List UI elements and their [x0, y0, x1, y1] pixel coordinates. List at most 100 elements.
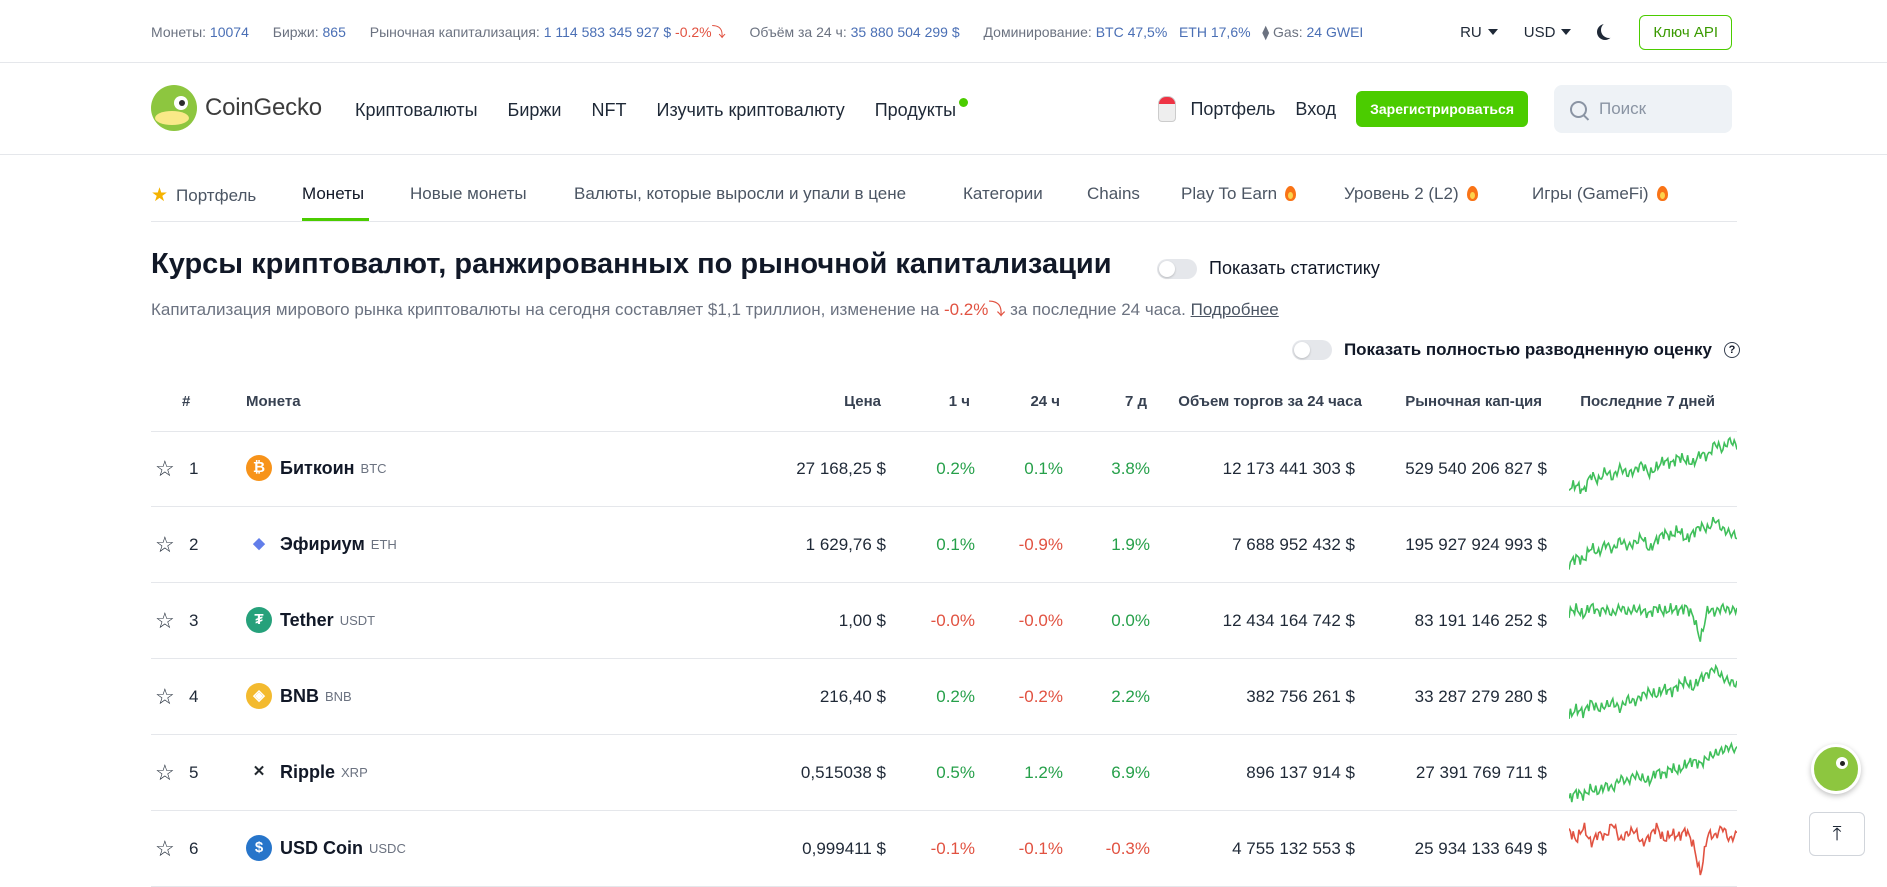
coin-cell[interactable]: ₮ Tether USDT — [246, 607, 375, 633]
table-header: # Монета Цена 1 ч 24 ч 7 д Объем торгов … — [151, 377, 1737, 432]
header-rank[interactable]: # — [182, 393, 190, 410]
coingecko-logo[interactable]: CoinGecko — [151, 85, 322, 131]
change-7d: 0.0% — [1111, 611, 1150, 630]
market-cap-change: -0.2% — [675, 24, 712, 40]
nav-products[interactable]: Продукты — [875, 98, 969, 121]
coin-name: Эфириум — [280, 533, 365, 554]
page-subtitle: Капитализация мирового рынка криптовалют… — [151, 295, 1279, 320]
change-7d: 2.2% — [1111, 687, 1150, 706]
subnav-play-to-earn[interactable]: Play To Earn — [1181, 184, 1297, 204]
nav-cryptocurrencies[interactable]: Криптовалюты — [355, 100, 478, 121]
language-selector[interactable]: RU — [1460, 24, 1498, 41]
table-row[interactable]: ☆ 2 ◆ Эфириум ETH 1 629,76 $ 0.1% -0.9% 1.9% 7 68… — [151, 508, 1737, 583]
market-cap-link[interactable]: 1 114 583 345 927 $ — [544, 24, 671, 40]
fire-icon — [1285, 186, 1297, 201]
main-nav: Криптовалюты Биржи NFT Изучить криптовал… — [355, 98, 969, 121]
header-24h[interactable]: 24 ч — [1030, 393, 1060, 410]
coin-symbol: BNB — [325, 688, 352, 704]
favorite-star-icon[interactable]: ☆ — [155, 760, 175, 786]
moon-icon[interactable] — [1601, 22, 1617, 38]
favorite-star-icon[interactable]: ☆ — [155, 684, 175, 710]
question-icon[interactable]: ? — [1724, 342, 1740, 358]
nav-exchanges[interactable]: Биржи — [508, 100, 562, 121]
change-24h: -0.1% — [1018, 839, 1063, 858]
toggle-switch[interactable] — [1157, 258, 1197, 279]
market-cap-label: Рыночная капитализация: — [369, 24, 540, 40]
subtitle-text: Капитализация мирового рынка криптовалют… — [151, 300, 940, 319]
coins-count-link[interactable]: 10074 — [210, 24, 249, 40]
header-coin[interactable]: Монета — [246, 393, 301, 410]
header-7d[interactable]: 7 д — [1125, 393, 1147, 410]
favorite-star-icon[interactable]: ☆ — [155, 608, 175, 634]
favorite-star-icon[interactable]: ☆ — [155, 836, 175, 862]
subnav-coins[interactable]: Монеты — [302, 184, 364, 204]
header-1h[interactable]: 1 ч — [949, 393, 970, 410]
header-price[interactable]: Цена — [844, 393, 881, 410]
caret-down-icon — [1487, 29, 1498, 35]
down-arrow-icon: ⤵ — [711, 24, 726, 40]
nav-nft[interactable]: NFT — [592, 100, 627, 121]
coin-cell[interactable]: $ USD Coin USDC — [246, 835, 406, 861]
subtitle-change: -0.2% — [943, 300, 989, 319]
eth-dominance-link[interactable]: ETH 17,6% — [1179, 24, 1251, 40]
header-volume[interactable]: Объем торгов за 24 часа — [1178, 393, 1362, 410]
coin-cell[interactable]: ₿ Биткоин BTC — [246, 455, 387, 481]
scroll-to-top-button[interactable]: ⤒ — [1809, 812, 1865, 856]
exchanges-count-link[interactable]: 865 — [323, 24, 346, 40]
subnav-gainers-losers[interactable]: Валюты, которые выросли и упали в цене — [574, 184, 906, 204]
table-row[interactable]: ☆ 1 ₿ Биткоин BTC 27 168,25 $ 0.2% 0.1% 3.8% 12 1… — [151, 432, 1737, 507]
subnav-portfolio[interactable]: ★ Портфель — [151, 184, 256, 207]
coin-name: BNB — [280, 685, 319, 706]
search-icon — [1570, 100, 1587, 118]
sparkline-path — [1569, 741, 1737, 803]
subnav-chains[interactable]: Chains — [1087, 184, 1140, 204]
table-row[interactable]: ☆ 6 $ USD Coin USDC 0,999411 $ -0.1% -0.1% -0.3%… — [151, 812, 1737, 887]
header-market-cap[interactable]: Рыночная кап-ция — [1405, 393, 1542, 410]
btc-dominance-link[interactable]: BTC 47,5% — [1096, 24, 1168, 40]
coin-rank: 5 — [189, 763, 199, 782]
currency-selector[interactable]: USD — [1524, 24, 1572, 41]
gas-link[interactable]: 24 GWEI — [1307, 24, 1364, 40]
table-row[interactable]: ☆ 4 ◈ BNB BNB 216,40 $ 0.2% -0.2% 2.2% 382 756 26… — [151, 660, 1737, 735]
coin-rank: 6 — [189, 839, 199, 858]
portfolio-link[interactable]: Портфель — [1190, 99, 1275, 120]
subnav-layer2[interactable]: Уровень 2 (L2) — [1344, 184, 1478, 204]
gecko-logo-icon — [151, 85, 197, 131]
read-more-link[interactable]: Подробнее — [1191, 300, 1279, 319]
change-1h: 0.5% — [936, 763, 975, 782]
gecko-chat-button[interactable] — [1811, 744, 1861, 794]
api-key-button[interactable]: Ключ API — [1639, 14, 1732, 50]
toggle-switch[interactable] — [1291, 340, 1332, 360]
coin-cell[interactable]: ◈ BNB BNB — [246, 683, 352, 709]
bnb-icon: ◈ — [246, 683, 272, 709]
signup-button[interactable]: Зарегистрироваться — [1356, 91, 1528, 127]
show-stats-toggle[interactable]: Показать статистику — [1157, 258, 1380, 279]
volume-link[interactable]: 35 880 504 299 $ — [851, 24, 960, 40]
favorite-star-icon[interactable]: ☆ — [155, 456, 175, 482]
search-box[interactable] — [1554, 85, 1732, 133]
currency-value: USD — [1523, 23, 1556, 41]
sparkline-path — [1569, 516, 1737, 570]
change-1h: -0.0% — [930, 611, 975, 630]
coin-price: 1 629,76 $ — [805, 535, 886, 554]
login-link[interactable]: Вход — [1295, 99, 1336, 120]
table-row[interactable]: ☆ 3 ₮ Tether USDT 1,00 $ -0.0% -0.0% 0.0% 12 434 … — [151, 584, 1737, 659]
volume-label: Объём за 24 ч: — [749, 24, 847, 40]
table-row[interactable]: ☆ 5 ✕ Ripple XRP 0,515038 $ 0.5% 1.2% 6.9% 896 13… — [151, 736, 1737, 811]
volume-24h: 12 434 164 742 $ — [1222, 611, 1355, 630]
nav-learn[interactable]: Изучить криптовалюту — [657, 100, 845, 121]
search-input[interactable] — [1597, 98, 1721, 120]
change-24h: -0.9% — [1018, 535, 1063, 554]
market-cap: 83 191 146 252 $ — [1414, 611, 1547, 630]
show-stats-label: Показать статистику — [1209, 258, 1380, 278]
coin-cell[interactable]: ◆ Эфириум ETH — [246, 531, 397, 557]
xrp-icon: ✕ — [252, 763, 266, 780]
diluted-valuation-toggle[interactable]: Показать полностью разводненную оценку ? — [1291, 340, 1740, 360]
coin-cell[interactable]: ✕ Ripple XRP — [246, 759, 368, 785]
sparkline-7d — [1569, 822, 1737, 876]
favorite-star-icon[interactable]: ☆ — [155, 532, 175, 558]
subnav-new-coins[interactable]: Новые монеты — [410, 184, 527, 204]
market-cap: 25 934 133 649 $ — [1414, 839, 1547, 858]
subnav-categories[interactable]: Категории — [963, 184, 1043, 204]
subnav-gamefi[interactable]: Игры (GameFi) — [1532, 184, 1668, 204]
